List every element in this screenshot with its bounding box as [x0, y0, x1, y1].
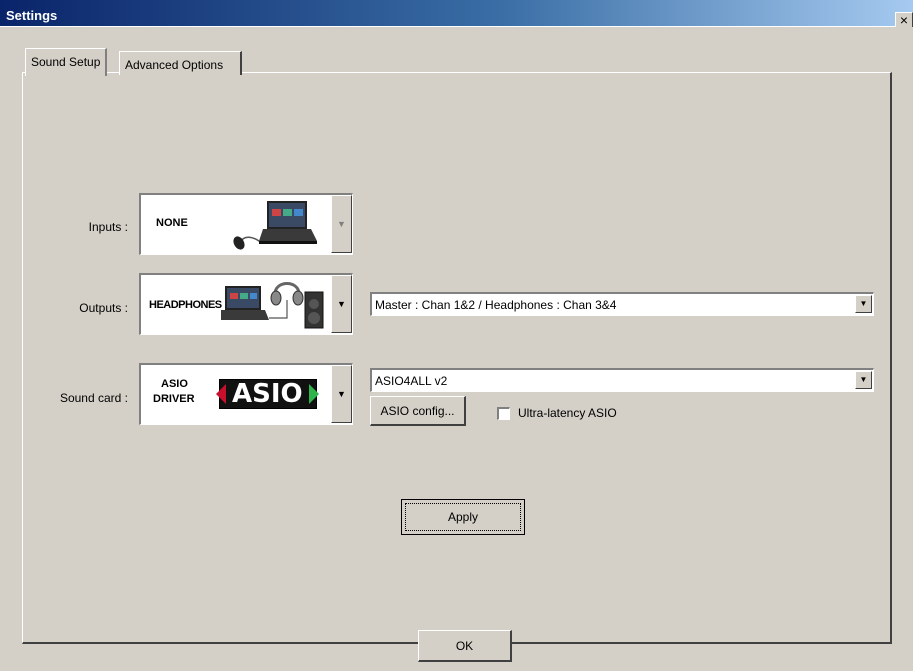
inputs-selected-item: NONE	[141, 195, 329, 253]
laptop-headphones-speaker-icon	[221, 282, 324, 329]
tab-sound-setup[interactable]: Sound Setup	[25, 48, 108, 76]
tab-panel-sound-setup	[22, 72, 892, 644]
asio-logo: ASIO	[216, 379, 319, 409]
laptop-mouse-icon	[233, 201, 317, 250]
chevron-down-icon[interactable]: ▼	[855, 295, 872, 313]
sound-card-label: Sound card :	[59, 391, 128, 405]
inputs-selector[interactable]: NONE ▼	[139, 193, 353, 255]
window-body: Sound Setup Advanced Options Inputs : NO…	[0, 27, 913, 671]
inputs-selected-label: NONE	[156, 217, 188, 229]
asio-config-button[interactable]: ASIO config...	[370, 396, 466, 426]
inputs-dropdown-button[interactable]: ▼	[331, 195, 352, 253]
sound-card-line1: ASIO	[161, 378, 188, 390]
apply-label: Apply	[447, 510, 479, 524]
outputs-label: Outputs :	[79, 301, 128, 315]
tab-label: Sound Setup	[31, 55, 101, 69]
ok-button[interactable]: OK	[418, 630, 512, 662]
outputs-dropdown-button[interactable]: ▼	[331, 275, 352, 333]
asio-config-label: ASIO config...	[380, 404, 455, 418]
apply-button[interactable]: Apply	[401, 499, 525, 535]
window-title: Settings	[6, 8, 58, 23]
sound-card-selector[interactable]: ASIO DRIVER ASIO ▼	[139, 363, 353, 425]
tab-label: Advanced Options	[125, 58, 224, 72]
title-bar: Settings ×	[0, 0, 913, 28]
chevron-down-icon: ▼	[337, 219, 346, 229]
close-icon: ×	[899, 12, 909, 28]
chevron-down-icon[interactable]: ▼	[855, 371, 872, 389]
inputs-label: Inputs :	[88, 220, 128, 234]
sound-card-selected-item: ASIO DRIVER ASIO	[141, 365, 329, 423]
asio-red-arrow-icon	[216, 384, 226, 404]
outputs-selected-label: HEADPHONES	[149, 299, 222, 311]
asio-logo-text: ASIO	[232, 379, 303, 409]
asio-driver-value: ASIO4ALL v2	[375, 374, 448, 388]
close-button[interactable]: ×	[895, 12, 913, 28]
outputs-selector[interactable]: HEADPHONES ▼	[139, 273, 353, 335]
tab-advanced-options[interactable]: Advanced Options	[119, 51, 242, 75]
asio-driver-select[interactable]: ASIO4ALL v2 ▼	[370, 368, 874, 392]
outputs-selected-item: HEADPHONES	[141, 275, 329, 333]
chevron-down-icon: ▼	[337, 299, 346, 309]
ok-label: OK	[455, 639, 474, 653]
output-routing-value: Master : Chan 1&2 / Headphones : Chan 3&…	[375, 298, 617, 312]
sound-card-line2: DRIVER	[153, 393, 195, 405]
ultra-latency-checkbox[interactable]	[497, 407, 510, 420]
output-routing-select[interactable]: Master : Chan 1&2 / Headphones : Chan 3&…	[370, 292, 874, 316]
chevron-down-icon: ▼	[337, 389, 346, 399]
sound-card-dropdown-button[interactable]: ▼	[331, 365, 352, 423]
asio-green-arrow-icon	[309, 384, 319, 404]
ultra-latency-label: Ultra-latency ASIO	[518, 406, 617, 420]
